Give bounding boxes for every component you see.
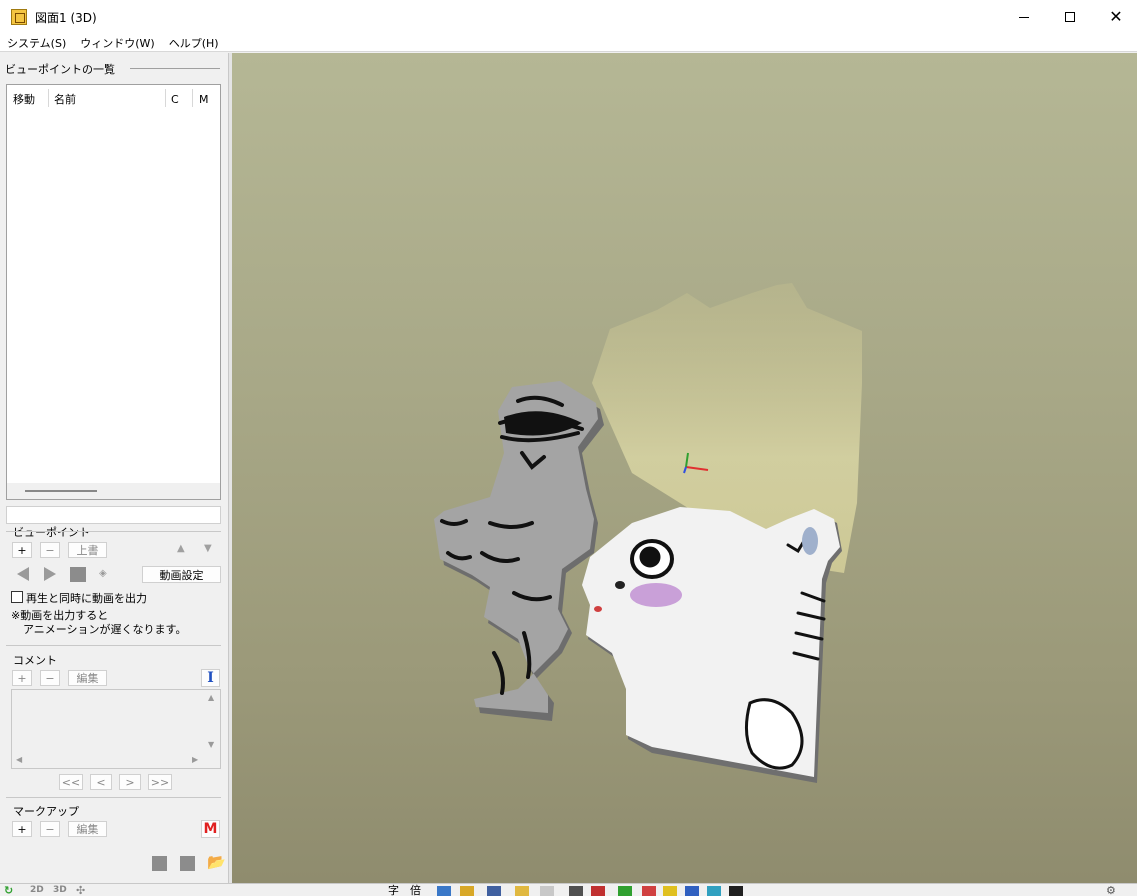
column-c[interactable]: C <box>171 87 179 111</box>
white-character-blush <box>594 606 602 612</box>
section-divider <box>130 68 220 69</box>
scroll-left-icon[interactable]: ◀ <box>16 755 22 764</box>
measure-icon[interactable] <box>591 886 605 896</box>
comment-textarea[interactable]: ▲ ▼ ◀ ▶ <box>11 689 221 769</box>
markup-section-title: マークアップ <box>13 805 79 818</box>
cube-icon[interactable] <box>707 886 721 896</box>
open-folder-icon[interactable]: 📂 <box>207 853 226 871</box>
crosshair-icon[interactable]: ✣ <box>76 884 85 896</box>
list-horizontal-scrollbar[interactable] <box>7 483 220 499</box>
refresh-icon[interactable]: ↻ <box>4 884 13 896</box>
add-viewpoint-button[interactable]: + <box>12 542 32 558</box>
walk-icon[interactable] <box>569 886 583 896</box>
save-icon[interactable] <box>152 856 167 871</box>
3d-viewport[interactable] <box>232 53 1137 883</box>
remove-viewpoint-button[interactable]: − <box>40 542 60 558</box>
animation-settings-button[interactable]: 動画設定 <box>142 566 221 583</box>
network-icon[interactable]: ⚙ <box>1106 884 1116 896</box>
play-forward-icon[interactable] <box>44 567 56 581</box>
section-divider <box>6 531 221 532</box>
viewpoint-list-title: ビューポイントの一覧 <box>5 63 115 76</box>
menu-bar: システム(S) ウィンドウ(W) ヘルプ(H) <box>0 34 1137 52</box>
export-video-checkbox[interactable] <box>11 591 23 603</box>
load-icon[interactable] <box>180 856 195 871</box>
viewpoint-section-title: ビューポイント <box>13 526 90 539</box>
minimize-button[interactable] <box>1001 0 1047 34</box>
viewpoint-list[interactable]: 移動 名前 C M <box>6 84 221 500</box>
scrollbar-thumb[interactable] <box>25 490 97 492</box>
scale-tool-button[interactable]: 倍 <box>410 884 421 896</box>
white-character-ear-shade <box>802 527 818 555</box>
section-divider <box>6 797 221 798</box>
edit-markup-button[interactable]: 編集 <box>68 821 107 837</box>
overwrite-viewpoint-button[interactable]: 上書 <box>68 542 107 558</box>
last-comment-button[interactable]: >> <box>148 774 172 790</box>
viewpoint-name-input[interactable] <box>6 506 221 524</box>
scene-canvas <box>434 283 862 783</box>
tree-icon[interactable] <box>460 886 474 896</box>
remove-comment-button[interactable]: − <box>40 670 60 686</box>
record-icon[interactable]: ◈ <box>99 568 107 579</box>
window-title: 図面1 (3D) <box>35 10 97 25</box>
scroll-right-icon[interactable]: ▶ <box>192 755 198 764</box>
mode-2d-button[interactable]: 2D <box>30 884 44 896</box>
char-tool-button[interactable]: 字 <box>388 884 399 896</box>
menu-system[interactable]: システム(S) <box>0 35 73 51</box>
close-icon: ✕ <box>1109 7 1123 26</box>
title-bar: 図面1 (3D) ✕ <box>0 0 1137 34</box>
column-separator <box>192 89 193 107</box>
section-divider <box>6 645 221 646</box>
comment-horizontal-scrollbar[interactable]: ◀ ▶ <box>12 753 207 768</box>
move-down-icon[interactable]: ▼ <box>204 543 212 554</box>
shield-icon[interactable] <box>540 886 554 896</box>
layer-icon[interactable] <box>437 886 451 896</box>
text-tool-button[interactable]: I <box>201 669 220 687</box>
export-note-line2: アニメーションが遅くなります。 <box>23 623 187 636</box>
add-comment-button[interactable]: + <box>12 670 32 686</box>
white-character-cheek <box>630 583 682 607</box>
play-backward-icon[interactable] <box>17 567 29 581</box>
stop-icon[interactable] <box>70 567 86 582</box>
photo-icon[interactable] <box>685 886 699 896</box>
color-icon[interactable] <box>642 886 656 896</box>
maximize-button[interactable] <box>1047 0 1093 34</box>
column-separator <box>165 89 166 107</box>
comment-section-title: コメント <box>13 654 57 667</box>
ruler-icon[interactable] <box>663 886 677 896</box>
close-button[interactable]: ✕ <box>1093 0 1137 34</box>
column-m[interactable]: M <box>199 87 209 111</box>
minimize-icon <box>1019 16 1029 18</box>
remove-markup-button[interactable]: − <box>40 821 60 837</box>
column-move[interactable]: 移動 <box>13 87 35 111</box>
white-character-nose <box>615 581 625 589</box>
book-icon[interactable] <box>515 886 529 896</box>
maximize-icon <box>1065 12 1075 22</box>
status-bar: ↻ 2D 3D ✣ 字 倍 ⚙ <box>0 883 1137 896</box>
comment-vertical-scrollbar[interactable]: ▲ ▼ <box>205 690 220 754</box>
menu-window[interactable]: ウィンドウ(W) <box>73 35 161 51</box>
column-name[interactable]: 名前 <box>54 87 76 111</box>
export-video-label: 再生と同時に動画を出力 <box>26 592 147 605</box>
next-comment-button[interactable]: > <box>119 774 141 790</box>
rotate-icon[interactable] <box>487 886 501 896</box>
mode-3d-button[interactable]: 3D <box>53 884 67 896</box>
move-up-icon[interactable]: ▲ <box>177 543 185 554</box>
scroll-down-icon[interactable]: ▼ <box>208 740 214 749</box>
column-separator <box>48 89 49 107</box>
first-comment-button[interactable]: << <box>59 774 83 790</box>
section-icon[interactable] <box>618 886 632 896</box>
app-icon <box>11 9 27 25</box>
scroll-up-icon[interactable]: ▲ <box>208 693 214 702</box>
menu-help[interactable]: ヘルプ(H) <box>162 35 226 51</box>
prev-comment-button[interactable]: < <box>90 774 112 790</box>
markup-marker-button[interactable]: M <box>201 820 220 838</box>
settings-icon[interactable] <box>729 886 743 896</box>
edit-comment-button[interactable]: 編集 <box>68 670 107 686</box>
add-markup-button[interactable]: + <box>12 821 32 837</box>
